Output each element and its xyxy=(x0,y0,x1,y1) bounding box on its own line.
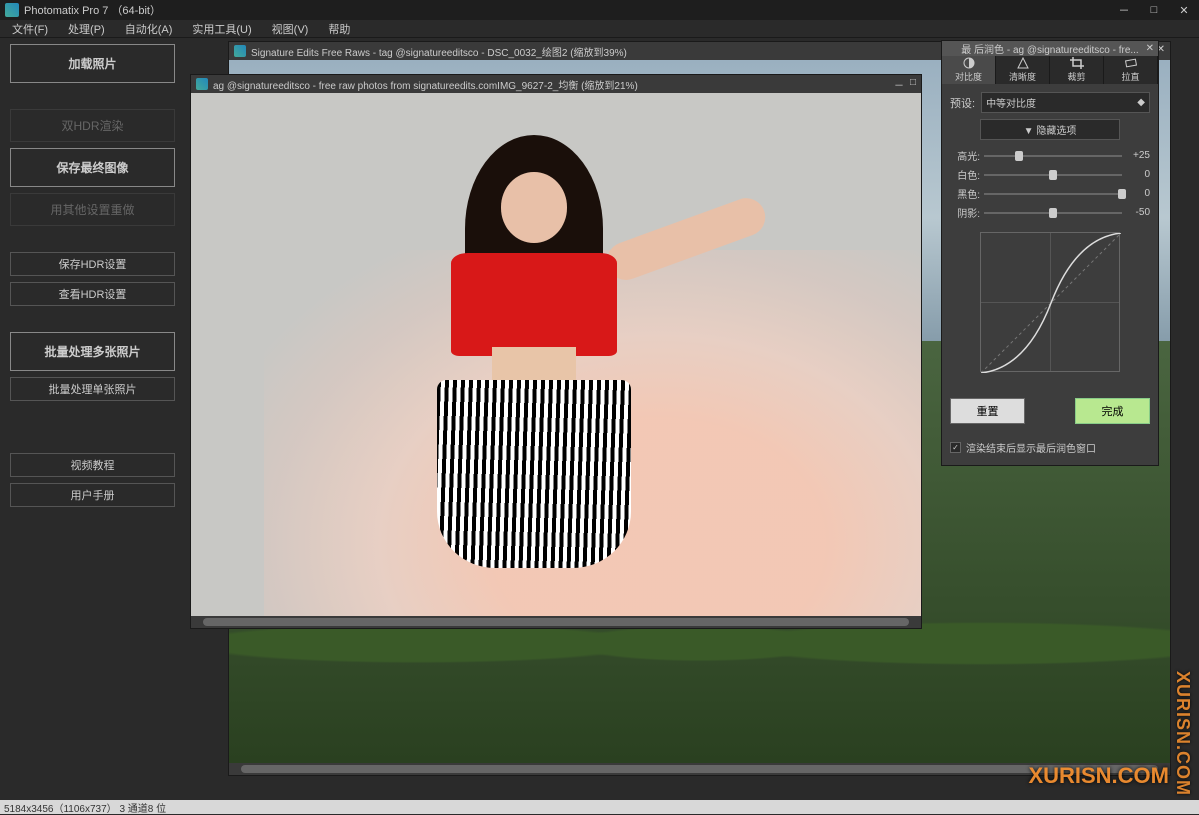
checkbox-label: 渲染结束后显示最后润色窗口 xyxy=(966,440,1096,455)
slider-row-3: 阴影: -50 xyxy=(950,205,1150,220)
dual-hdr-button: 双HDR渲染 xyxy=(10,109,175,142)
sharpness-icon xyxy=(1016,57,1030,69)
slider-value: +25 xyxy=(1126,150,1150,161)
doc2-image xyxy=(191,93,921,616)
tab-contrast[interactable]: 对比度 xyxy=(942,56,996,84)
document-window-2[interactable]: ag @signatureeditsco - free raw photos f… xyxy=(190,74,922,629)
slider-track[interactable] xyxy=(984,174,1122,176)
menu-help[interactable]: 帮助 xyxy=(324,19,354,39)
menubar: 文件(F) 处理(P) 自动化(A) 实用工具(U) 视图(V) 帮助 xyxy=(0,20,1199,38)
straighten-icon xyxy=(1124,57,1138,69)
doc1-title: Signature Edits Free Raws - tag @signatu… xyxy=(251,44,627,59)
slider-thumb[interactable] xyxy=(1118,189,1126,199)
app-icon xyxy=(5,3,19,17)
hide-options-toggle[interactable]: ▼ 隐藏选项 xyxy=(980,119,1120,140)
close-button[interactable]: ✕ xyxy=(1174,3,1194,17)
titlebar: Photomatix Pro 7 （64-bit） － □ ✕ xyxy=(0,0,1199,20)
slider-row-0: 高光: +25 xyxy=(950,148,1150,163)
watermark2: XURISN.COM xyxy=(1028,763,1169,789)
slider-label: 阴影: xyxy=(950,205,980,220)
slider-value: -50 xyxy=(1126,207,1150,218)
crop-icon xyxy=(1070,57,1084,69)
batch-multi-button[interactable]: 批量处理多张照片 xyxy=(10,332,175,371)
menu-file[interactable]: 文件(F) xyxy=(8,19,52,39)
sidebar: 加载照片 双HDR渲染 保存最终图像 用其他设置重做 保存HDR设置 查看HDR… xyxy=(0,38,185,800)
window-controls: － □ ✕ xyxy=(1114,3,1194,17)
slider-value: 0 xyxy=(1126,169,1150,180)
slider-thumb[interactable] xyxy=(1049,208,1057,218)
save-final-button[interactable]: 保存最终图像 xyxy=(10,148,175,187)
tone-curve[interactable] xyxy=(980,232,1120,372)
finishing-touch-panel: 最 后润色 - ag @signatureeditsco - fre... ✕ … xyxy=(941,40,1159,466)
save-hdr-settings-button[interactable]: 保存HDR设置 xyxy=(10,252,175,276)
contrast-icon xyxy=(962,57,976,69)
slider-track[interactable] xyxy=(984,193,1122,195)
watermark: XURISN.COM xyxy=(1172,671,1193,796)
preset-label: 预设: xyxy=(950,95,975,111)
slider-label: 白色: xyxy=(950,167,980,182)
statusbar: 5184x3456（1106x737） 3 通道8 位 xyxy=(0,800,1199,814)
panel-close-icon[interactable]: ✕ xyxy=(1146,43,1154,54)
app-title: Photomatix Pro 7 （64-bit） xyxy=(24,2,161,18)
slider-track[interactable] xyxy=(984,155,1122,157)
slider-row-1: 白色: 0 xyxy=(950,167,1150,182)
panel-title[interactable]: 最 后润色 - ag @signatureeditsco - fre... ✕ xyxy=(942,41,1158,56)
tab-sharpness[interactable]: 清晰度 xyxy=(996,56,1050,84)
slider-label: 高光: xyxy=(950,148,980,163)
doc-icon xyxy=(234,45,246,57)
doc2-title: ag @signatureeditsco - free raw photos f… xyxy=(213,77,638,92)
slider-thumb[interactable] xyxy=(1015,151,1023,161)
doc-icon xyxy=(196,78,208,90)
slider-row-2: 黑色: 0 xyxy=(950,186,1150,201)
panel-tabs: 对比度 清晰度 裁剪 拉直 xyxy=(942,56,1158,84)
reset-button[interactable]: 重置 xyxy=(950,398,1025,424)
minimize-button[interactable]: － xyxy=(1114,3,1134,17)
menu-view[interactable]: 视图(V) xyxy=(268,19,313,39)
tab-crop[interactable]: 裁剪 xyxy=(1050,56,1104,84)
slider-thumb[interactable] xyxy=(1049,170,1057,180)
view-hdr-settings-button[interactable]: 查看HDR设置 xyxy=(10,282,175,306)
doc2-minimize[interactable]: － xyxy=(894,77,904,92)
batch-single-button[interactable]: 批量处理单张照片 xyxy=(10,377,175,401)
doc2-titlebar[interactable]: ag @signatureeditsco - free raw photos f… xyxy=(191,75,921,93)
video-tutorial-button[interactable]: 视频教程 xyxy=(10,453,175,477)
menu-process[interactable]: 处理(P) xyxy=(64,19,109,39)
maximize-button[interactable]: □ xyxy=(1144,3,1164,17)
show-panel-checkbox[interactable]: ✓ xyxy=(950,442,961,453)
slider-label: 黑色: xyxy=(950,186,980,201)
done-button[interactable]: 完成 xyxy=(1075,398,1150,424)
dropdown-icon: ◆ xyxy=(1137,97,1145,108)
load-photos-button[interactable]: 加载照片 xyxy=(10,44,175,83)
doc2-hscroll[interactable] xyxy=(191,616,921,628)
tab-straighten[interactable]: 拉直 xyxy=(1104,56,1158,84)
menu-utilities[interactable]: 实用工具(U) xyxy=(188,19,255,39)
status-text: 5184x3456（1106x737） 3 通道8 位 xyxy=(4,800,166,815)
preset-select[interactable]: 中等对比度 ◆ xyxy=(981,92,1150,113)
user-manual-button[interactable]: 用户手册 xyxy=(10,483,175,507)
workspace: Signature Edits Free Raws - tag @signatu… xyxy=(185,38,1199,800)
doc2-maximize[interactable]: □ xyxy=(910,77,916,92)
reprocess-button: 用其他设置重做 xyxy=(10,193,175,226)
slider-value: 0 xyxy=(1126,188,1150,199)
menu-automate[interactable]: 自动化(A) xyxy=(121,19,177,39)
slider-track[interactable] xyxy=(984,212,1122,214)
